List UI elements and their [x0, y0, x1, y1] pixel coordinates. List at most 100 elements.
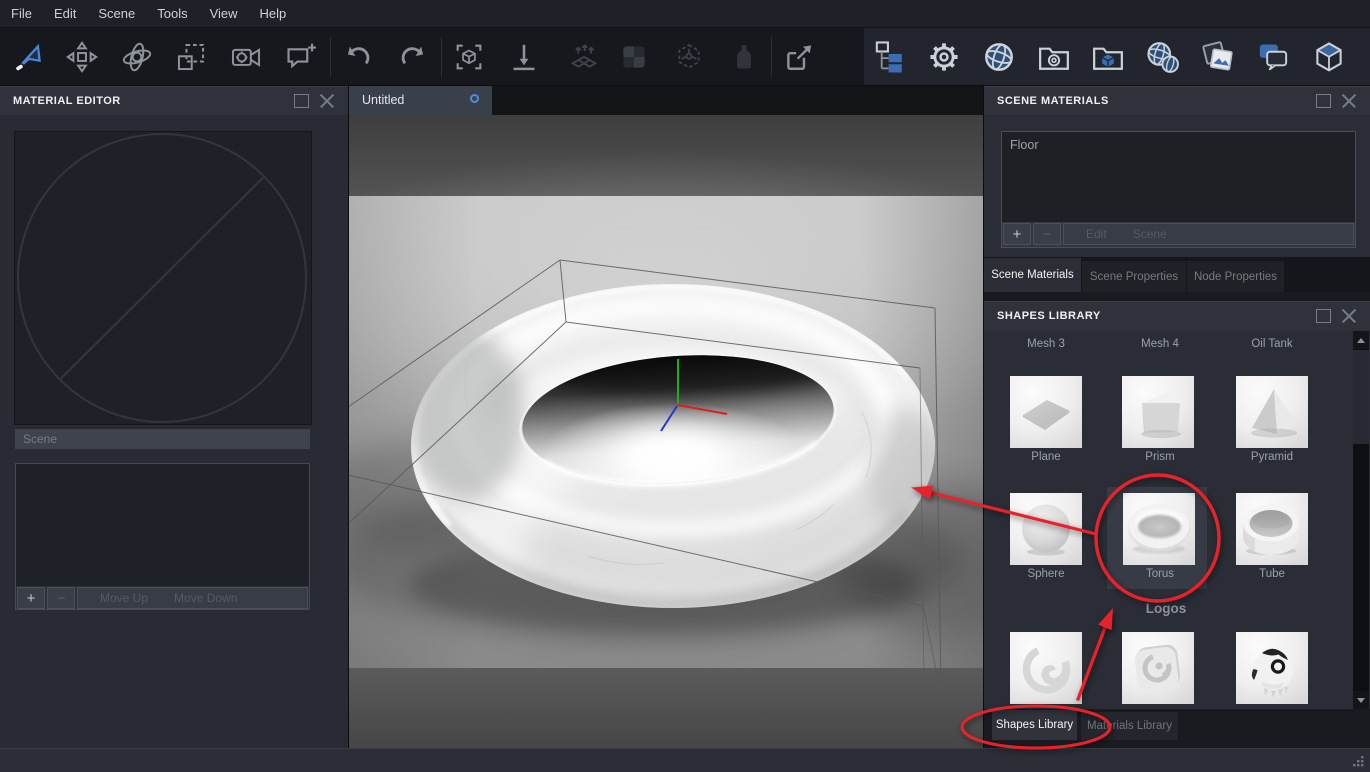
material-editor-titlebar: MATERIAL EDITOR	[0, 86, 348, 115]
shape-thumb-torus[interactable]	[1123, 493, 1195, 565]
toolbar-separator	[771, 37, 772, 77]
viewport-3d-scene[interactable]	[349, 115, 983, 748]
viewport-tab-untitled[interactable]: Untitled	[349, 86, 492, 115]
panel-title: MATERIAL EDITOR	[13, 95, 121, 107]
panel-title: SCENE MATERIALS	[997, 95, 1109, 107]
comments-icon[interactable]	[1255, 39, 1291, 75]
scene-materials-titlebar: SCENE MATERIALS	[984, 86, 1370, 115]
material-layers-list[interactable]	[16, 464, 309, 586]
edit-material-button[interactable]: Edit	[1086, 227, 1107, 241]
shape-thumb-pyramid[interactable]	[1236, 376, 1308, 448]
remove-material-button[interactable]: −	[1033, 223, 1061, 245]
maximize-icon[interactable]	[294, 94, 309, 108]
checker-icon[interactable]	[616, 39, 652, 75]
models-folder-icon[interactable]	[1090, 39, 1126, 75]
shapes-scrollbar[interactable]	[1353, 331, 1369, 709]
resize-grip-icon[interactable]	[1353, 756, 1365, 768]
render-camera-icon[interactable]	[228, 39, 264, 75]
application-window: File Edit Scene Tools View Help MATERIAL…	[0, 0, 1370, 772]
add-layer-button[interactable]: +	[17, 587, 45, 609]
shape-thumb-plane[interactable]	[1010, 376, 1082, 448]
shape-thumb-logo-creature[interactable]	[1236, 632, 1308, 704]
menu-edit[interactable]: Edit	[43, 0, 87, 27]
image-gallery-icon[interactable]	[1200, 39, 1236, 75]
bottle-icon[interactable]	[726, 39, 762, 75]
status-bar	[0, 748, 1370, 772]
shapes-library-titlebar: SHAPES LIBRARY	[984, 301, 1370, 330]
shape-thumb-tube[interactable]	[1236, 493, 1308, 565]
tab-materials-library[interactable]: Materials Library	[1081, 712, 1178, 740]
maximize-icon[interactable]	[1316, 94, 1331, 108]
tab-scene-materials[interactable]: Scene Materials	[984, 258, 1081, 292]
shapes-library-panel: SHAPES LIBRARY Mesh 3 Mesh 4 Oil Tank Pl…	[984, 301, 1370, 709]
move-up-button[interactable]: Move Up	[100, 591, 148, 605]
cube-icon[interactable]	[1311, 39, 1347, 75]
close-icon[interactable]	[1341, 93, 1357, 109]
close-icon[interactable]	[319, 93, 335, 109]
material-item-floor[interactable]: Floor	[1010, 138, 1347, 152]
scene-materials-list[interactable]: Floor	[1002, 132, 1355, 222]
settings-gear-icon[interactable]	[926, 39, 962, 75]
duplicate-tool-icon[interactable]	[173, 39, 209, 75]
material-layers-block: + − Move Up Move Down	[15, 463, 310, 610]
scene-tree-icon[interactable]	[872, 39, 908, 75]
shape-label-mesh3: Mesh 3	[1027, 338, 1065, 350]
up-arrow-icon	[1357, 337, 1365, 343]
menu-file[interactable]: File	[0, 0, 43, 27]
shape-thumb-logo-tile[interactable]	[1122, 632, 1194, 704]
scene-material-button[interactable]: Scene	[1133, 227, 1167, 241]
move-down-button[interactable]: Move Down	[174, 591, 237, 605]
shape-thumb-prism[interactable]	[1122, 376, 1194, 448]
scroll-down-button[interactable]	[1353, 691, 1369, 709]
shape-thumb-logo-swirl[interactable]	[1010, 632, 1082, 704]
toolbar-separator	[441, 37, 442, 77]
scatter-icon[interactable]	[566, 39, 602, 75]
scrollbar-thumb[interactable]	[1353, 350, 1369, 444]
add-comment-icon[interactable]	[283, 39, 319, 75]
shape-label-tube: Tube	[1259, 568, 1285, 580]
menu-view[interactable]: View	[199, 0, 249, 27]
shape-label-prism: Prism	[1145, 451, 1175, 463]
scroll-up-button[interactable]	[1353, 331, 1369, 349]
globe-icon[interactable]	[981, 39, 1017, 75]
main-toolbar	[0, 28, 1370, 86]
transform-box-icon[interactable]	[671, 39, 707, 75]
shape-label-plane: Plane	[1031, 451, 1061, 463]
add-material-button[interactable]: +	[1003, 223, 1031, 245]
maximize-icon[interactable]	[1316, 309, 1331, 323]
share-icon[interactable]	[781, 39, 817, 75]
shape-label-torus: Torus	[1145, 568, 1175, 580]
render-folder-icon[interactable]	[1036, 39, 1072, 75]
undo-icon[interactable]	[340, 39, 376, 75]
panel-gap	[984, 292, 1370, 301]
remove-layer-button[interactable]: −	[47, 587, 75, 609]
shape-label-mesh4: Mesh 4	[1141, 338, 1179, 350]
material-scene-field[interactable]: Scene	[15, 429, 310, 449]
fit-view-icon[interactable]	[451, 39, 487, 75]
shape-label-oiltank: Oil Tank	[1251, 338, 1293, 350]
scene-materials-panel: SCENE MATERIALS Floor + − Edit Scene	[984, 86, 1370, 257]
menu-tools[interactable]: Tools	[146, 0, 198, 27]
material-editor-panel: MATERIAL EDITOR Scene + − Move Up Move D…	[0, 86, 348, 748]
scene-materials-block: Floor + − Edit Scene	[1001, 131, 1356, 248]
redo-icon[interactable]	[395, 39, 431, 75]
menu-bar: File Edit Scene Tools View Help	[0, 0, 1370, 28]
globes-icon[interactable]	[1145, 39, 1181, 75]
move-tool-icon[interactable]	[64, 39, 100, 75]
drop-to-floor-icon[interactable]	[506, 39, 542, 75]
tab-node-properties[interactable]: Node Properties	[1187, 261, 1284, 292]
shape-thumb-sphere[interactable]	[1010, 493, 1082, 565]
tab-scene-properties[interactable]: Scene Properties	[1082, 261, 1186, 292]
menu-scene[interactable]: Scene	[87, 0, 146, 27]
shape-label-pyramid: Pyramid	[1250, 451, 1294, 463]
down-arrow-icon	[1357, 697, 1365, 703]
modified-indicator-icon	[470, 94, 479, 103]
close-icon[interactable]	[1341, 308, 1357, 324]
tab-shapes-library[interactable]: Shapes Library	[992, 710, 1077, 740]
select-tool-icon[interactable]	[10, 39, 46, 75]
toolbar-separator	[330, 37, 331, 77]
orbit-tool-icon[interactable]	[119, 39, 155, 75]
menu-help[interactable]: Help	[249, 0, 298, 27]
panel-title: SHAPES LIBRARY	[997, 310, 1101, 322]
logos-section-header: Logos	[1145, 601, 1187, 616]
